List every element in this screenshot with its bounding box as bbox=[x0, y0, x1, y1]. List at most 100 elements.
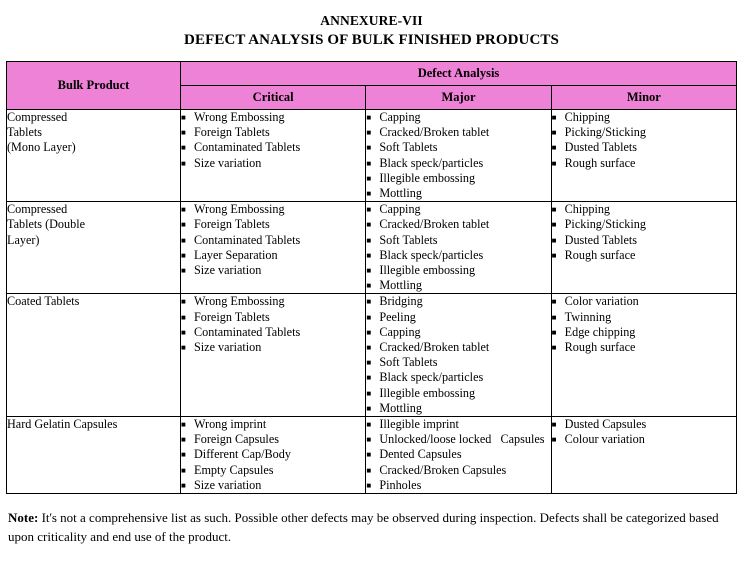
defect-item: ■ Picking/Sticking bbox=[552, 125, 736, 140]
defect-item: ■ Unlocked/loose locked Capsules bbox=[366, 432, 550, 447]
defect-item-label: Size variation bbox=[194, 340, 262, 355]
defect-item: ■ Wrong imprint bbox=[181, 417, 365, 432]
square-bullet-icon: ■ bbox=[551, 205, 557, 215]
square-bullet-icon: ■ bbox=[551, 113, 557, 122]
defect-item: ■ Foreign Capsules bbox=[181, 432, 365, 447]
annexure-title: ANNEXURE-VII bbox=[320, 13, 423, 28]
title-block: ANNEXURE-VII DEFECT ANALYSIS OF BULK FIN… bbox=[0, 0, 743, 51]
defect-item: ■ Twinning bbox=[552, 310, 736, 325]
square-bullet-icon: ■ bbox=[551, 297, 557, 307]
defect-item: ■ Black speck/particles bbox=[366, 248, 550, 263]
major-defect-list: ■ Bridging ■ Peeling ■ Capping ■ Cracked/Broken… bbox=[366, 294, 550, 416]
square-bullet-icon: ■ bbox=[366, 266, 372, 276]
defect-item-label: Colour variation bbox=[564, 432, 645, 447]
defect-item: ■ Illegible embossing bbox=[366, 386, 550, 401]
defect-item-label: Size variation bbox=[194, 263, 262, 278]
square-bullet-icon: ■ bbox=[181, 297, 186, 307]
defect-item: ■ Contaminated Tablets bbox=[181, 140, 365, 155]
square-bullet-icon: ■ bbox=[551, 327, 557, 337]
square-bullet-icon: ■ bbox=[366, 173, 372, 183]
bulk-product-name: Compressed Tablets (Double Layer) bbox=[7, 202, 86, 247]
defect-item-label: Dusted Tablets bbox=[564, 140, 638, 155]
square-bullet-icon: ■ bbox=[181, 343, 186, 353]
defect-item-label: Rough surface bbox=[564, 155, 636, 170]
minor-defects-cell: ■ Chipping ■ Picking/Sticking ■ Dusted Tablet… bbox=[550, 201, 738, 295]
square-bullet-icon: ■ bbox=[366, 327, 372, 337]
defect-item-label: Contaminated Tablets bbox=[194, 232, 301, 247]
defect-item: ■ Dented Capsules bbox=[366, 447, 550, 462]
critical-defect-list: ■ Wrong Embossing ■ Foreign Tablets ■ Contami… bbox=[181, 110, 365, 171]
square-bullet-icon: ■ bbox=[366, 450, 372, 460]
square-bullet-icon: ■ bbox=[181, 480, 186, 490]
defect-item-label: Rough surface bbox=[564, 247, 636, 262]
defect-item-label: Different Cap/Body bbox=[194, 447, 291, 462]
defect-item: ■ Capping bbox=[366, 325, 550, 340]
defect-item-label: Bridging bbox=[379, 294, 423, 309]
defect-item-label: Picking/Sticking bbox=[564, 125, 646, 140]
square-bullet-icon: ■ bbox=[366, 388, 372, 398]
defect-item: ■ Picking/Sticking bbox=[552, 217, 736, 232]
defect-item-label: Contaminated Tablets bbox=[194, 324, 301, 339]
column-header-major: Major bbox=[365, 85, 552, 110]
square-bullet-icon: ■ bbox=[181, 128, 186, 138]
square-bullet-icon: ■ bbox=[366, 235, 372, 245]
defect-item-label: Dusted Capsules bbox=[564, 417, 647, 432]
defect-item: ■ Illegible imprint bbox=[366, 417, 550, 432]
square-bullet-icon: ■ bbox=[181, 235, 186, 245]
page-title: DEFECT ANALYSIS OF BULK FINISHED PRODUCT… bbox=[184, 32, 559, 48]
square-bullet-icon: ■ bbox=[366, 403, 372, 413]
defect-item: ■ Rough surface bbox=[552, 340, 736, 355]
defect-item: ■ Chipping bbox=[552, 202, 736, 217]
square-bullet-icon: ■ bbox=[181, 435, 186, 445]
square-bullet-icon: ■ bbox=[366, 128, 372, 138]
defect-item-label: Edge chipping bbox=[564, 324, 636, 339]
major-defect-list: ■ Capping ■ Cracked/Broken tablet ■ Soft Tabl… bbox=[366, 202, 550, 293]
square-bullet-icon: ■ bbox=[551, 343, 557, 353]
square-bullet-icon: ■ bbox=[181, 450, 186, 460]
defect-item-label: Chipping bbox=[564, 110, 611, 124]
square-bullet-icon: ■ bbox=[181, 312, 186, 322]
square-bullet-icon: ■ bbox=[551, 250, 557, 260]
bulk-product-cell: Compressed Tablets (Double Layer) bbox=[6, 201, 181, 295]
defect-item-label: Cracked/Broken tablet bbox=[379, 217, 490, 232]
major-defects-cell: ■ Capping ■ Cracked/Broken tablet ■ Soft Tabl… bbox=[365, 108, 552, 203]
bulk-product-cell: Compressed Tablets (Mono Layer) bbox=[6, 108, 181, 203]
defect-item: ■ Different Cap/Body bbox=[181, 447, 365, 462]
defect-item: ■ Wrong Embossing bbox=[181, 110, 365, 125]
defect-item-label: Foreign Tablets bbox=[194, 309, 270, 324]
square-bullet-icon: ■ bbox=[366, 343, 372, 353]
column-header-minor: Minor bbox=[550, 85, 738, 110]
defect-item: ■ Capping bbox=[366, 202, 550, 217]
square-bullet-icon: ■ bbox=[366, 480, 372, 490]
defect-item-label: Black speck/particles bbox=[379, 247, 484, 262]
defect-item: ■ Cracked/Broken tablet bbox=[366, 340, 550, 355]
defect-item: ■ Wrong Embossing bbox=[181, 294, 365, 309]
defect-item-label: Color variation bbox=[564, 294, 639, 309]
defect-item: ■ Size variation bbox=[181, 340, 365, 355]
minor-defects-cell: ■ Color variation ■ Twinning ■ Edge chipping ■… bbox=[550, 293, 738, 418]
square-bullet-icon: ■ bbox=[366, 143, 372, 153]
defect-item-label: Layer Separation bbox=[194, 247, 278, 262]
square-bullet-icon: ■ bbox=[551, 312, 557, 322]
defect-item-label: Wrong imprint bbox=[194, 417, 267, 432]
table-header: Bulk Product Defect Analysis Critical Ma… bbox=[6, 61, 738, 110]
defect-item-label: Rough surface bbox=[564, 340, 636, 355]
defect-item: ■ Foreign Tablets bbox=[181, 310, 365, 325]
defect-item-label: Size variation bbox=[194, 155, 262, 170]
defect-item: ■ Cracked/Broken tablet bbox=[366, 125, 550, 140]
defect-item: ■ Cracked/Broken tablet bbox=[366, 217, 550, 232]
defect-item-label: Wrong Embossing bbox=[194, 294, 285, 309]
table-row: Compressed Tablets (Mono Layer) ■ Wrong Em… bbox=[6, 108, 738, 203]
defect-item-label: Picking/Sticking bbox=[564, 217, 646, 232]
square-bullet-icon: ■ bbox=[366, 312, 372, 322]
defect-item-label: Size variation bbox=[194, 477, 262, 492]
defect-item: ■ Rough surface bbox=[552, 156, 736, 171]
critical-defects-cell: ■ Wrong imprint ■ Foreign Capsules ■ Differen… bbox=[179, 416, 367, 495]
document-page: ANNEXURE-VII DEFECT ANALYSIS OF BULK FIN… bbox=[0, 0, 743, 570]
defect-item: ■ Size variation bbox=[181, 156, 365, 171]
defect-item: ■ Layer Separation bbox=[181, 248, 365, 263]
defect-item: ■ Contaminated Tablets bbox=[181, 325, 365, 340]
defect-item: ■ Soft Tablets bbox=[366, 233, 550, 248]
defect-item: ■ Foreign Tablets bbox=[181, 217, 365, 232]
defect-item-label: Chipping bbox=[564, 202, 611, 217]
